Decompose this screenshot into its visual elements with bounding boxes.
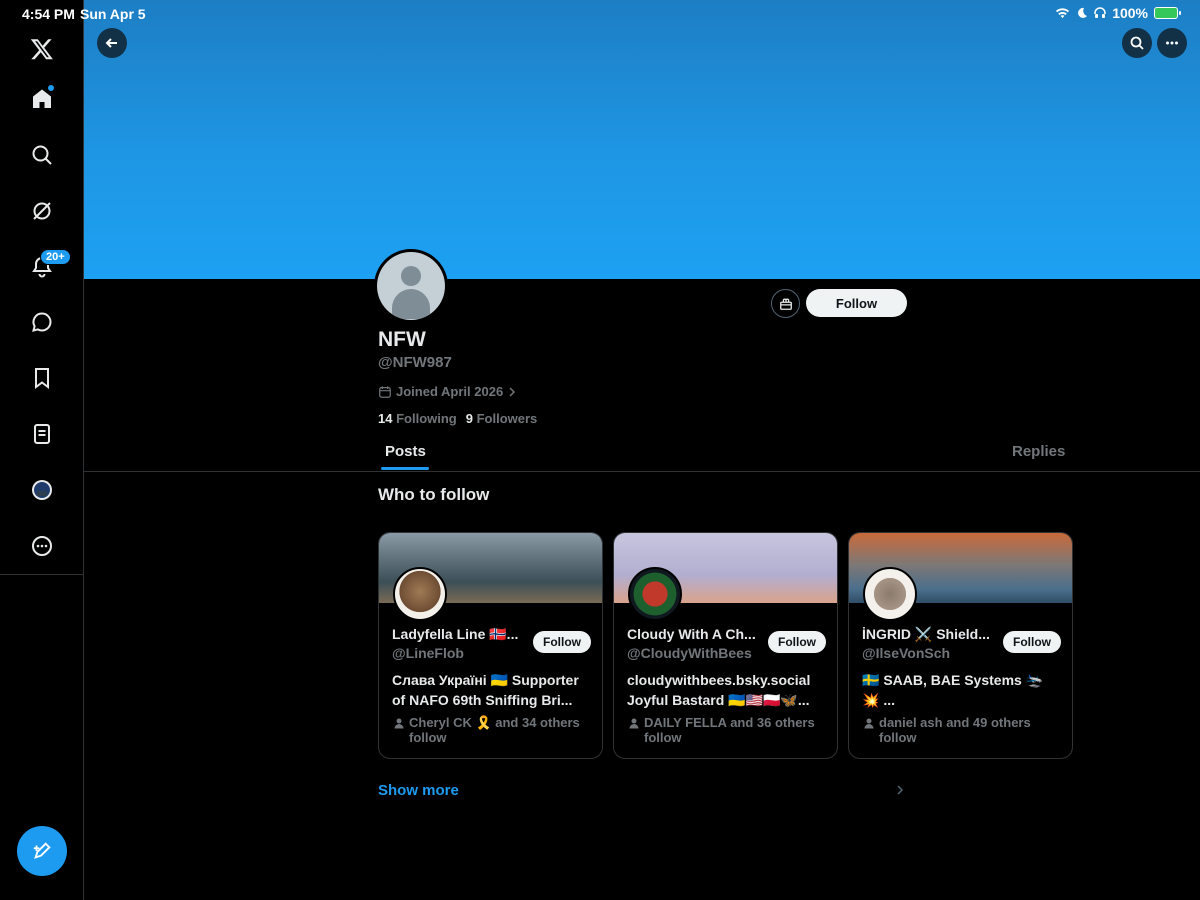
suggestion-bio: cloudywithbees.bsky.social Joyful Bastar… [627, 672, 811, 708]
messages-icon[interactable] [22, 302, 62, 342]
lists-icon[interactable] [22, 414, 62, 454]
wifi-icon [1056, 8, 1070, 19]
profile-avatar-icon[interactable] [22, 470, 62, 510]
suggestion-card[interactable]: Cloudy With A Ch... @CloudyWithBees Foll… [613, 532, 838, 759]
home-icon[interactable] [22, 79, 62, 119]
suggestion-handle: @CloudyWithBees [627, 645, 752, 661]
compose-feather-icon [33, 842, 51, 859]
followers-count: 9 [465, 411, 473, 426]
gift-button[interactable] [771, 289, 800, 318]
chevron-right-icon [509, 386, 516, 397]
chevron-right-icon[interactable] [895, 783, 905, 797]
notifications-bell-icon[interactable]: 20+ [22, 247, 71, 287]
bookmark-icon[interactable] [22, 358, 62, 398]
gift-icon [779, 298, 792, 310]
person-icon [394, 718, 404, 729]
x-logo-icon[interactable] [22, 29, 62, 69]
active-tab-indicator [381, 467, 429, 470]
suggestion-avatar[interactable] [863, 567, 917, 621]
profile-avatar[interactable] [374, 249, 448, 323]
follow-stats: 14 Following 9 Followers [378, 411, 537, 426]
tab-posts[interactable]: Posts [385, 443, 426, 460]
back-button[interactable] [97, 28, 127, 58]
suggestion-bio: Слава Україні 🇺🇦 Supporter of NAFO 69th … [392, 672, 579, 708]
suggestion-card[interactable]: Ladyfella Line 🇳🇴... @LineFlob Follow Сл… [378, 532, 603, 759]
tabs-divider [84, 471, 1200, 472]
suggestion-name: İNGRID ⚔️ Shield... [862, 626, 990, 642]
following-stat[interactable]: 14 Following [378, 411, 457, 426]
status-date: Sun Apr 5 [80, 6, 146, 22]
battery-percent: 100% [1112, 5, 1148, 21]
suggestion-mutual-followers: DAILY FELLA and 36 others follow [628, 715, 828, 745]
person-icon [864, 718, 874, 729]
profile-more-button[interactable] [1157, 28, 1187, 58]
suggestion-mutual-followers: Cheryl CK 🎗️ and 34 others follow [393, 715, 593, 745]
suggestion-name: Cloudy With A Ch... [627, 626, 756, 642]
search-icon [1130, 36, 1144, 50]
mutual-followers-text: DAILY FELLA and 36 others follow [644, 715, 815, 745]
moon-icon [1078, 7, 1088, 18]
follow-button[interactable]: Follow [806, 289, 907, 317]
search-icon[interactable] [22, 135, 62, 175]
more-horizontal-icon [1166, 41, 1178, 45]
default-avatar-icon [377, 252, 445, 320]
more-icon[interactable] [22, 526, 62, 566]
suggestion-handle: @IlseVonSch [862, 645, 951, 661]
profile-name: NFW [378, 328, 426, 351]
status-bar: 4:54 PM Sun Apr 5 100% [0, 0, 1200, 28]
grok-icon[interactable] [22, 191, 62, 231]
battery-icon [1154, 7, 1181, 19]
mutual-followers-text: daniel ash and 49 others follow [879, 715, 1031, 745]
person-icon [629, 718, 639, 729]
suggestion-avatar[interactable] [393, 567, 447, 621]
suggestion-name: Ladyfella Line 🇳🇴... [392, 626, 519, 642]
following-label: Following [396, 411, 457, 426]
sidebar: 20+ [0, 0, 84, 900]
compose-button[interactable] [17, 826, 67, 876]
suggestion-bio: 🇸🇪 SAAB, BAE Systems 🛬 💥 ... [862, 672, 1044, 708]
mutual-followers-text: Cheryl CK 🎗️ and 34 others follow [409, 715, 580, 745]
joined-text: Joined April 2026 [396, 384, 504, 399]
headphones-icon [1094, 7, 1106, 18]
suggestion-follow-button[interactable]: Follow [533, 631, 591, 653]
joined-date[interactable]: Joined April 2026 [378, 384, 517, 399]
suggestion-avatar[interactable] [628, 567, 682, 621]
home-unread-dot [48, 85, 54, 91]
suggestion-handle: @LineFlob [392, 645, 464, 661]
suggestion-card[interactable]: İNGRID ⚔️ Shield... @IlseVonSch Follow 🇸… [848, 532, 1073, 759]
suggestion-follow-button[interactable]: Follow [768, 631, 826, 653]
followers-label: Followers [476, 411, 538, 426]
back-arrow-icon [105, 38, 117, 48]
followers-stat[interactable]: 9 Followers [466, 411, 538, 426]
following-count: 14 [378, 411, 393, 426]
profile-search-button[interactable] [1122, 28, 1152, 58]
show-more-link[interactable]: Show more [378, 782, 459, 799]
notifications-badge: 20+ [40, 249, 71, 265]
calendar-icon [379, 385, 391, 398]
profile-banner [84, 0, 1200, 279]
suggestion-mutual-followers: daniel ash and 49 others follow [863, 715, 1063, 745]
who-to-follow-title: Who to follow [378, 485, 490, 504]
tab-replies[interactable]: Replies [1012, 443, 1065, 460]
status-time: 4:54 PM [22, 6, 75, 22]
status-indicators: 100% [1055, 5, 1181, 21]
profile-handle: @NFW987 [378, 354, 452, 371]
suggestion-follow-button[interactable]: Follow [1003, 631, 1061, 653]
sidebar-divider [0, 574, 84, 575]
